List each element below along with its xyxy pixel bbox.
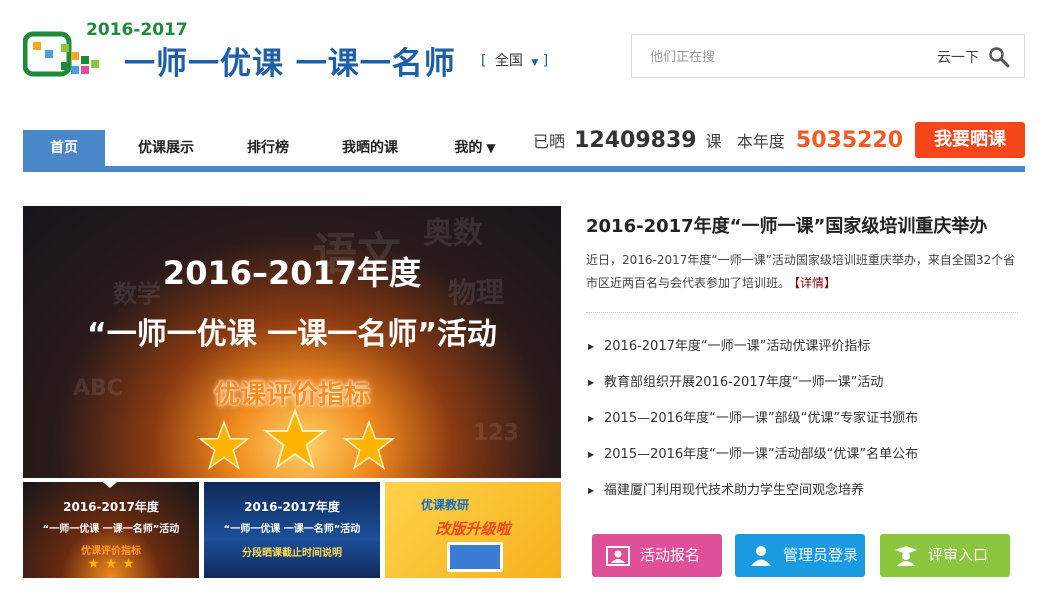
headline-title[interactable]: 2016-2017年度“一师一课”国家级培训重庆举办 [586, 212, 987, 238]
year-count: 5035220 [795, 128, 904, 153]
admin-login-button[interactable]: 管理员登录 [735, 534, 865, 577]
news-item[interactable]: ▶ 2016-2017年度“一师一课”活动优课评价指标 [586, 336, 1018, 372]
news-item-label: 2015—2016年度“一师一课”部级“优课”专家证书颁布 [604, 411, 919, 426]
star-icon [343, 420, 395, 470]
tab-home[interactable]: 首页 [23, 130, 105, 166]
caret-down-icon: ▼ [486, 141, 496, 155]
thumb-1-line1: 2016-2017年度 [63, 500, 159, 514]
search-icon[interactable] [988, 46, 1010, 68]
divider [586, 312, 1018, 313]
banner-title-year: 2016–2017年度 [162, 254, 422, 292]
tab-mine[interactable]: 我的 ▼ [440, 130, 510, 166]
news-item-label: 2016-2017年度“一师一课”活动优课评价指标 [604, 339, 871, 354]
thumbnail-3[interactable]: 优课教研 改版升级啦 [385, 482, 561, 578]
bullet-icon: ▶ [588, 378, 595, 387]
search-input[interactable] [650, 46, 910, 68]
region-name: 全国 [494, 53, 523, 69]
shuffle-search-link[interactable]: 云一下 [937, 47, 979, 67]
admin-login-label: 管理员登录 [783, 546, 859, 564]
caret-down-icon: ▼ [531, 58, 539, 68]
news-item[interactable]: ▶ 2015—2016年度“一师一课”活动部级“优课”名单公布 [586, 444, 1018, 480]
tab-my-shared[interactable]: 我晒的课 [330, 130, 410, 166]
detail-link[interactable]: 【详情】 [794, 276, 836, 290]
thumbnail-1[interactable]: 2016-2017年度 “一师一优课 一课一名师”活动 优课评价指标 ★ ★ ★ [23, 482, 199, 578]
thumb-2-line2: “一师一优课 一课一名师”活动 [223, 524, 361, 535]
shared-count: 12409839 [574, 128, 697, 153]
graduate-icon [895, 546, 917, 566]
tab-mine-label: 我的 [454, 140, 483, 156]
headline-summary: 近日，2016-2017年度“一师一课”活动国家级培训班重庆举办，来自全国32个… [586, 249, 1018, 295]
thumb-2-line1: 2016-2017年度 [244, 500, 340, 514]
star-icon [263, 408, 327, 470]
bullet-icon: ▶ [588, 342, 595, 351]
logo-slogan: 一师一优课 一课一名师 [124, 46, 456, 82]
tab-showcase[interactable]: 优课展示 [124, 130, 208, 166]
review-entry-label: 评审入口 [928, 546, 989, 564]
news-item[interactable]: ▶ 2015—2016年度“一师一课”部级“优课”专家证书颁布 [586, 408, 1018, 444]
stats-bar: 已晒 12409839 课 本年度 5035220 [533, 128, 903, 153]
banner-bg-deco: 123 [473, 421, 519, 446]
news-item[interactable]: ▶ 教育部组织开展2016-2017年度“一师一课”活动 [586, 372, 1018, 408]
news-item-label: 教育部组织开展2016-2017年度“一师一课”活动 [604, 375, 884, 390]
thumb-1-line3: 优课评价指标 [81, 546, 141, 557]
star-icon: ★ ★ ★ [87, 556, 135, 572]
year-label: 本年度 [736, 132, 785, 151]
thumb-3-line2: 改版升级啦 [435, 520, 511, 538]
nav-underline [23, 166, 1025, 172]
shared-label: 已晒 [533, 132, 566, 151]
news-list: ▶ 2016-2017年度“一师一课”活动优课评价指标 ▶ 教育部组织开展2016-… [586, 336, 1018, 516]
share-lesson-button[interactable]: 我要晒课 [915, 122, 1025, 158]
thumbnail-pointer [98, 478, 122, 488]
main-banner[interactable]: 奥数 语文 物理 数学 ABC 123 2016–2017年度 “一师一优课 一… [23, 206, 561, 478]
thumb-2-line3: 分段晒课截止时间说明 [242, 548, 342, 559]
review-entry-button[interactable]: 评审入口 [880, 534, 1010, 577]
star-icon [198, 420, 250, 470]
banner-title-criteria: 优课评价指标 [213, 380, 370, 410]
news-item-label: 2015—2016年度“一师一课”活动部级“优课”名单公布 [604, 447, 919, 462]
thumb-3-line1: 优课教研 [420, 498, 469, 512]
search-box: 云一下 [631, 34, 1025, 78]
banner-bg-deco: 奥数 [423, 216, 483, 251]
user-icon [751, 546, 771, 566]
shared-unit: 课 [705, 132, 722, 151]
monitor-icon [447, 542, 503, 572]
news-item-label: 福建厦门利用现代技术助力学生空间观念培养 [604, 483, 865, 498]
bullet-icon: ▶ [588, 414, 595, 423]
region-selector[interactable]: [ 全国 ▼ ] [481, 50, 548, 70]
bullet-icon: ▶ [588, 450, 595, 459]
region-close-bracket: ] [542, 53, 549, 69]
activity-signup-button[interactable]: 活动报名 [592, 534, 722, 577]
news-item[interactable]: ▶ 福建厦门利用现代技术助力学生空间观念培养 [586, 480, 1018, 516]
region-open-bracket: [ [481, 53, 487, 69]
profile-card-icon [606, 546, 630, 566]
logo-year: 2016-2017 [86, 20, 188, 40]
activity-signup-label: 活动报名 [640, 546, 701, 564]
bullet-icon: ▶ [588, 486, 595, 495]
banner-title-activity: “一师一优课 一课一名师”活动 [87, 317, 497, 352]
thumbnail-2[interactable]: 2016-2017年度 “一师一优课 一课一名师”活动 分段晒课截止时间说明 [204, 482, 380, 578]
banner-thumbnails: 2016-2017年度 “一师一优课 一课一名师”活动 优课评价指标 ★ ★ ★… [23, 482, 561, 578]
tab-ranking[interactable]: 排行榜 [228, 130, 308, 166]
thumb-1-line2: “一师一优课 一课一名师”活动 [42, 524, 180, 535]
